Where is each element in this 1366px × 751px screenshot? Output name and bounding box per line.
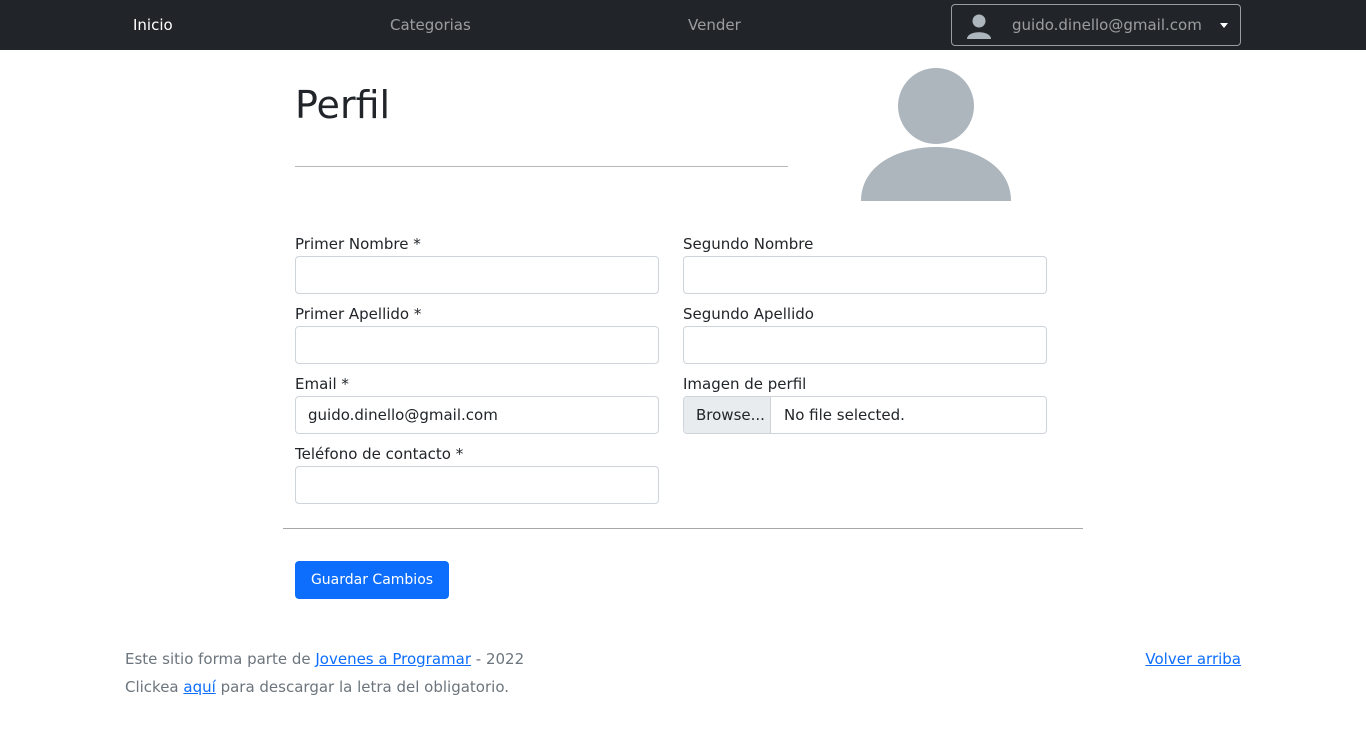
second-surname-input[interactable] bbox=[683, 326, 1047, 364]
profile-image-file-input[interactable]: Browse... No file selected. bbox=[683, 396, 1047, 434]
footer-credit-prefix: Este sitio forma parte de bbox=[125, 650, 316, 668]
nav-link-vender[interactable]: Vender bbox=[688, 0, 741, 50]
second-surname-label: Segundo Apellido bbox=[683, 305, 814, 323]
phone-input[interactable] bbox=[295, 466, 659, 504]
footer-download-suffix: para descargar la letra del obligatorio. bbox=[215, 678, 509, 696]
chevron-down-icon bbox=[1220, 23, 1228, 28]
profile-avatar-icon bbox=[861, 68, 1011, 201]
first-name-input[interactable] bbox=[295, 256, 659, 294]
page-title: Perfil bbox=[295, 83, 391, 127]
user-email-label: guido.dinello@gmail.com bbox=[1012, 16, 1202, 34]
download-link[interactable]: aquí bbox=[183, 678, 215, 696]
first-name-label: Primer Nombre * bbox=[295, 235, 421, 253]
email-field[interactable] bbox=[295, 396, 659, 434]
second-name-label: Segundo Nombre bbox=[683, 235, 814, 253]
back-to-top-link[interactable]: Volver arriba bbox=[1145, 649, 1241, 669]
file-status-text: No file selected. bbox=[784, 406, 905, 424]
footer-download: Clickea aquí para descargar la letra del… bbox=[125, 677, 509, 697]
first-surname-label: Primer Apellido * bbox=[295, 305, 422, 323]
footer-credit-suffix: - 2022 bbox=[471, 650, 525, 668]
user-menu-dropdown[interactable]: guido.dinello@gmail.com bbox=[951, 4, 1241, 46]
nav-link-categorias[interactable]: Categorias bbox=[390, 0, 471, 50]
second-name-input[interactable] bbox=[683, 256, 1047, 294]
profile-image-label: Imagen de perfil bbox=[683, 375, 807, 393]
first-surname-input[interactable] bbox=[295, 326, 659, 364]
footer-credit: Este sitio forma parte de Jovenes a Prog… bbox=[125, 649, 524, 669]
nav-link-inicio[interactable]: Inicio bbox=[133, 0, 173, 50]
user-avatar-icon bbox=[967, 14, 991, 39]
save-changes-button[interactable]: Guardar Cambios bbox=[295, 561, 449, 599]
title-divider bbox=[295, 166, 788, 167]
browse-button[interactable]: Browse... bbox=[684, 397, 771, 433]
form-divider bbox=[283, 528, 1083, 529]
email-label: Email * bbox=[295, 375, 349, 393]
phone-label: Teléfono de contacto * bbox=[295, 445, 464, 463]
footer-download-prefix: Clickea bbox=[125, 678, 184, 696]
top-navbar: Inicio Categorias Vender guido.dinello@g… bbox=[0, 0, 1366, 50]
jovenes-a-programar-link[interactable]: Jovenes a Programar bbox=[315, 650, 471, 668]
